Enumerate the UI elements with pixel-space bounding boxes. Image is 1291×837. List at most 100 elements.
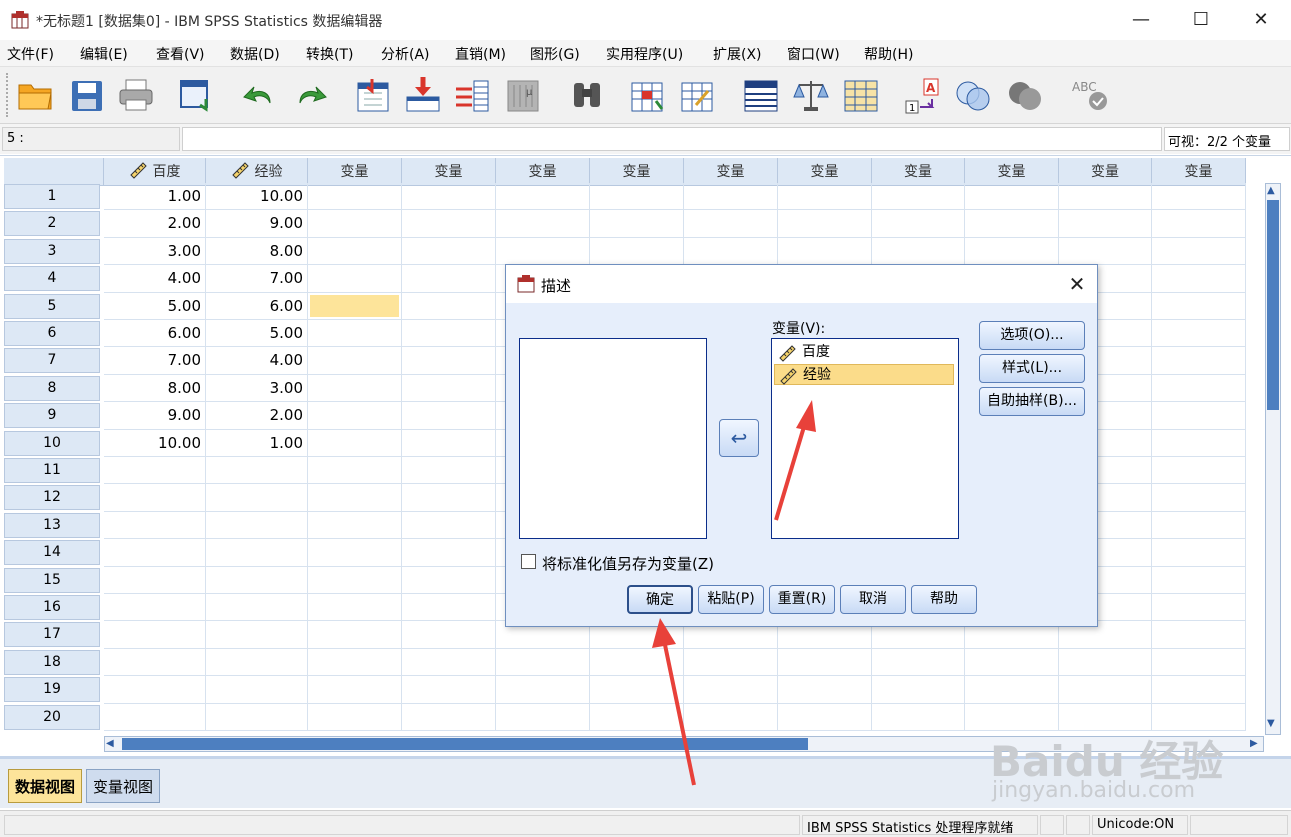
grid-cell[interactable] [496, 703, 590, 731]
style-button[interactable]: 样式(L)... [979, 354, 1085, 383]
cell-value-editor[interactable] [182, 127, 1162, 151]
grid-cell[interactable]: 4.00 [206, 347, 308, 375]
grid-cell[interactable] [872, 648, 965, 677]
run-descriptive-icon[interactable]: μ [504, 75, 542, 115]
scroll-down-icon[interactable]: ▼ [1267, 718, 1275, 729]
grid-cell[interactable] [402, 183, 496, 211]
grid-cell[interactable] [206, 566, 308, 594]
find-icon[interactable] [568, 75, 606, 115]
grid-cell[interactable] [104, 457, 206, 485]
menu-direct-marketing[interactable]: 直销(M) [455, 44, 506, 64]
ok-button[interactable]: 确定 [627, 585, 693, 614]
grid-cell[interactable]: 3.00 [104, 237, 206, 266]
grid-cell[interactable] [402, 484, 496, 512]
grid-cell[interactable] [402, 566, 496, 594]
grid-cell[interactable] [965, 703, 1059, 731]
row-header[interactable]: 8 [4, 375, 100, 401]
grid-cell[interactable] [1059, 183, 1152, 211]
column-header-empty[interactable]: 变量 [872, 158, 965, 186]
row-header[interactable]: 1 [4, 184, 100, 209]
grid-cell[interactable] [965, 237, 1059, 266]
row-header[interactable]: 6 [4, 321, 100, 346]
row-header[interactable]: 16 [4, 595, 100, 620]
standardize-checkbox[interactable] [521, 554, 536, 569]
column-header-empty[interactable]: 变量 [308, 158, 402, 186]
grid-cell[interactable] [1152, 292, 1246, 320]
grid-cell[interactable] [402, 210, 496, 238]
grid-cell[interactable] [684, 703, 778, 731]
grid-cell[interactable] [1152, 566, 1246, 594]
column-header-empty[interactable]: 变量 [965, 158, 1059, 186]
grid-cell[interactable] [778, 703, 872, 731]
close-button[interactable]: ✕ [1231, 0, 1291, 40]
grid-cell[interactable] [308, 621, 402, 649]
menu-transform[interactable]: 转换(T) [306, 44, 353, 64]
grid-cell[interactable] [1152, 457, 1246, 485]
row-header[interactable]: 7 [4, 348, 100, 374]
column-header-empty[interactable]: 变量 [590, 158, 684, 186]
grid-cell[interactable] [402, 292, 496, 320]
use-sets-icon[interactable] [954, 75, 992, 115]
grid-cell[interactable]: 7.00 [104, 347, 206, 375]
target-variable-list[interactable]: 百度 经验 [771, 338, 959, 539]
grid-cell[interactable] [402, 402, 496, 430]
grid-cell[interactable] [1152, 210, 1246, 238]
grid-cell[interactable] [206, 539, 308, 567]
grid-cell[interactable] [965, 676, 1059, 704]
grid-cell[interactable] [308, 347, 402, 375]
grid-cell[interactable] [590, 183, 684, 211]
grid-cell[interactable] [684, 183, 778, 211]
grid-cell[interactable] [1059, 210, 1152, 238]
grid-cell[interactable] [402, 320, 496, 348]
grid-cell[interactable] [1152, 539, 1246, 567]
row-header[interactable]: 12 [4, 485, 100, 511]
grid-cell[interactable] [402, 265, 496, 293]
grid-cell[interactable] [402, 648, 496, 677]
grid-cell[interactable] [308, 265, 402, 293]
grid-cell[interactable] [308, 210, 402, 238]
grid-cell[interactable] [1059, 703, 1152, 731]
help-button[interactable]: 帮助 [911, 585, 977, 614]
tab-variable-view[interactable]: 变量视图 [86, 769, 161, 803]
grid-cell[interactable]: 2.00 [104, 210, 206, 238]
grid-cell[interactable] [684, 210, 778, 238]
grid-cell[interactable] [402, 237, 496, 266]
variables-icon[interactable] [454, 75, 492, 115]
column-header-empty[interactable]: 变量 [1152, 158, 1246, 186]
row-header[interactable]: 18 [4, 649, 100, 675]
grid-cell[interactable] [1152, 237, 1246, 266]
grid-cell[interactable] [308, 237, 402, 266]
grid-cell[interactable]: 1.00 [104, 183, 206, 211]
grid-cell[interactable]: 6.00 [206, 292, 308, 320]
open-folder-icon[interactable] [16, 75, 54, 115]
grid-cell[interactable]: 4.00 [104, 265, 206, 293]
menu-help[interactable]: 帮助(H) [864, 44, 913, 64]
grid-cell[interactable] [496, 210, 590, 238]
grid-cell[interactable] [308, 676, 402, 704]
row-header[interactable]: 10 [4, 430, 100, 456]
grid-cell[interactable] [778, 237, 872, 266]
row-header[interactable]: 9 [4, 403, 100, 429]
source-variable-list[interactable] [519, 338, 707, 539]
paste-button[interactable]: 粘贴(P) [698, 585, 764, 614]
grid-cell[interactable] [308, 703, 402, 731]
grid-cell[interactable]: 2.00 [206, 402, 308, 430]
grid-cell[interactable] [402, 347, 496, 375]
grid-cell[interactable] [872, 210, 965, 238]
grid-cell[interactable] [872, 183, 965, 211]
grid-cell[interactable] [104, 676, 206, 704]
grid-cell[interactable] [308, 594, 402, 622]
grid-cell[interactable] [496, 183, 590, 211]
grid-cell[interactable] [104, 648, 206, 677]
grid-cell[interactable] [1059, 648, 1152, 677]
grid-cell[interactable] [1152, 347, 1246, 375]
grid-cell[interactable]: 8.00 [104, 374, 206, 403]
grid-cell[interactable] [872, 703, 965, 731]
grid-cell[interactable] [104, 566, 206, 594]
menu-utilities[interactable]: 实用程序(U) [606, 44, 683, 64]
grid-cell[interactable] [496, 237, 590, 266]
grid-cell[interactable] [1152, 648, 1246, 677]
minimize-button[interactable]: — [1111, 0, 1171, 40]
grid-cell[interactable] [308, 539, 402, 567]
menu-file[interactable]: 文件(F) [7, 44, 54, 64]
